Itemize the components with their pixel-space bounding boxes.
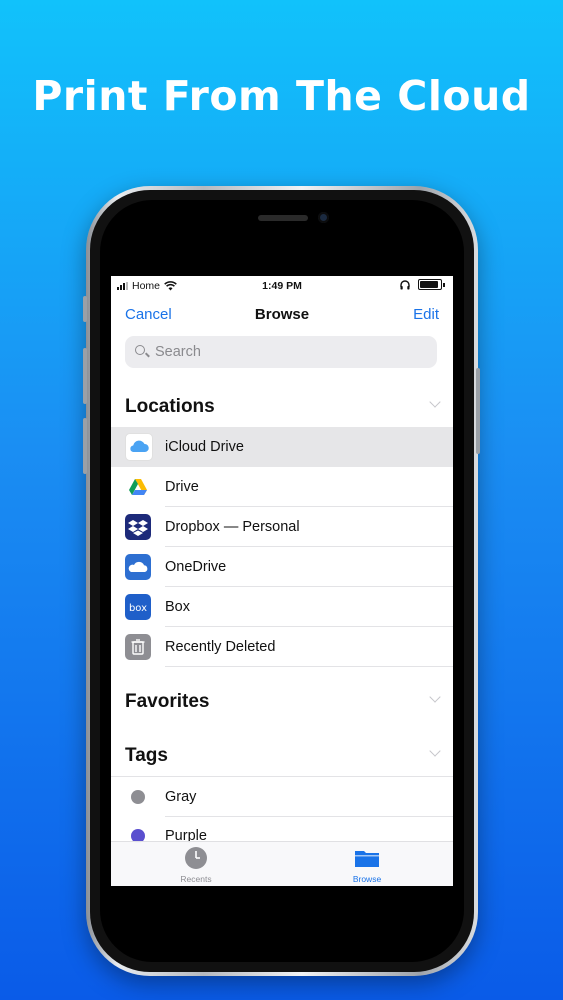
location-item-box[interactable]: box Box [111,587,453,627]
folder-icon [355,851,379,867]
tab-label: Browse [352,874,382,884]
tab-label: Recents [180,874,212,884]
locations-header[interactable]: Locations [125,396,441,418]
box-icon: box [125,594,151,620]
location-item-icloud-drive[interactable]: iCloud Drive [111,427,453,467]
chevron-down-icon[interactable] [429,396,441,408]
chevron-down-icon[interactable] [429,745,441,757]
front-camera [318,212,329,223]
tag-item-gray[interactable]: Gray [111,776,453,817]
locations-title: Locations [125,396,215,417]
battery-icon [418,279,445,290]
tab-recents[interactable]: Recents [146,846,246,884]
navigation-bar: Cancel Browse Edit [111,306,453,326]
location-label: Drive [165,479,199,495]
phone-screen: Home 1:49 PM Cancel Browse Edit Search L… [111,276,453,886]
clock-icon [185,847,207,869]
headphones-icon [400,279,410,289]
favorites-header[interactable]: Favorites [125,691,441,713]
location-label: Recently Deleted [165,639,276,655]
volume-down-button [83,418,87,474]
location-label: OneDrive [165,559,227,575]
volume-up-button [83,348,87,404]
location-item-dropbox[interactable]: Dropbox — Personal [111,507,453,547]
status-bar: Home 1:49 PM [111,276,453,296]
google-drive-icon [125,474,151,500]
edit-button[interactable]: Edit [413,306,439,323]
search-icon [135,345,149,359]
search-input[interactable]: Search [125,336,437,368]
tag-label: Gray [165,789,197,805]
dropbox-icon [125,514,151,540]
tags-title: Tags [125,745,168,766]
location-label: iCloud Drive [165,439,244,455]
location-item-onedrive[interactable]: OneDrive [111,547,453,587]
search-placeholder: Search [155,344,201,360]
tags-header[interactable]: Tags [125,745,441,767]
location-label: Dropbox — Personal [165,519,300,535]
favorites-title: Favorites [125,691,210,712]
nav-title: Browse [254,306,310,323]
location-item-recently-deleted[interactable]: Recently Deleted [111,627,453,667]
location-label: Box [165,599,190,615]
location-item-drive[interactable]: Drive [111,467,453,507]
mute-switch [83,296,87,322]
tag-dot-icon [131,790,145,804]
tab-browse[interactable]: Browse [317,846,417,884]
trash-icon [125,634,151,660]
icloud-drive-icon [125,433,153,461]
chevron-down-icon[interactable] [429,691,441,703]
speaker-grille [258,215,308,221]
headline: Print From The Cloud [32,72,531,120]
svg-text:box: box [129,603,147,614]
power-button [476,368,480,454]
tab-bar: Recents Browse [111,841,453,886]
onedrive-icon [125,554,151,580]
